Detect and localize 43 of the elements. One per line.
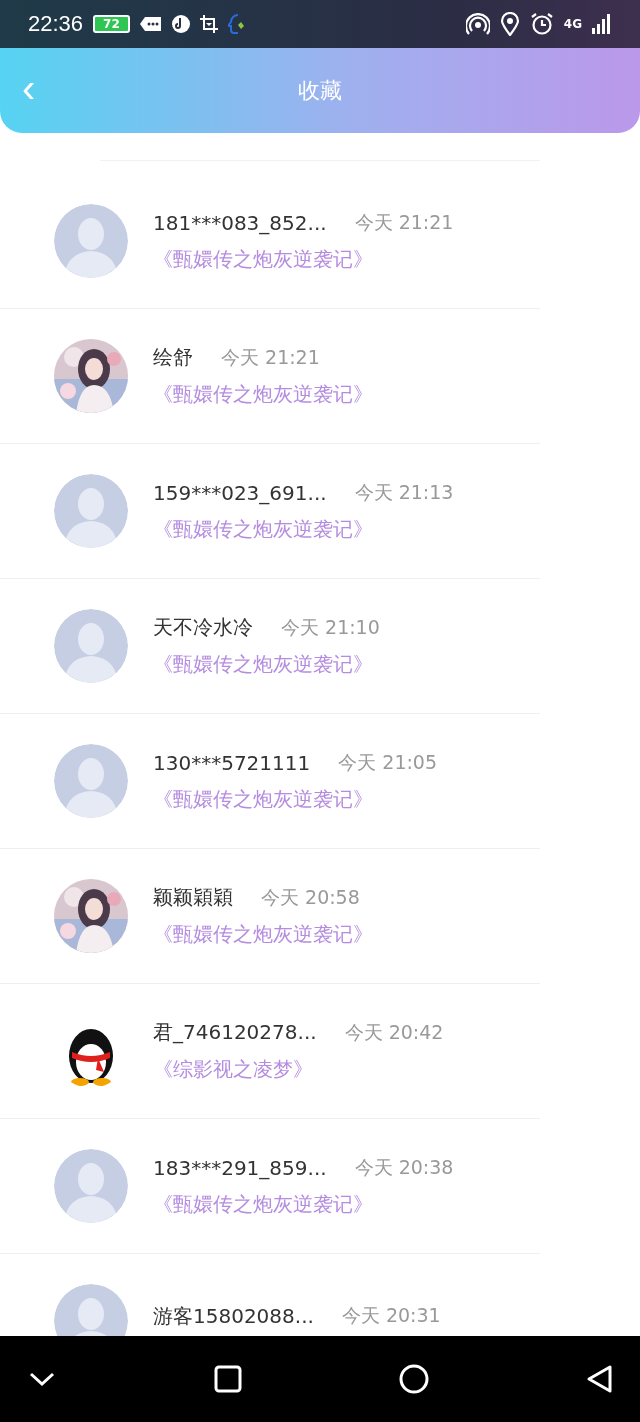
favorite-time: 今天 20:42 [344,1019,444,1045]
favorite-time: 今天 20:38 [354,1154,454,1180]
book-title[interactable]: 《甄嬛传之炮灰逆袭记》 [153,515,454,543]
book-title[interactable]: 《甄嬛传之炮灰逆袭记》 [153,921,373,948]
circle-icon [399,1364,429,1394]
back-button[interactable]: ‹ [22,67,36,114]
status-time: 22:36 [28,11,84,37]
network-type: 4G [563,18,582,30]
book-title[interactable]: 《甄嬛传之炮灰逆袭记》 [153,785,438,813]
book-title[interactable]: 《甄嬛传之炮灰逆袭记》 [153,381,373,408]
user-name: 159***023_691... [153,480,327,505]
user-name: 天不冷水冷 [153,614,253,641]
favorite-time: 今天 20:58 [261,884,360,910]
user-name: 183***291_859... [153,1155,327,1180]
favorite-time: 今天 21:21 [221,344,320,370]
battery-level: 72 [93,15,130,33]
chevron-down-icon [28,1370,56,1388]
user-name: 游客15802088... [153,1302,314,1330]
book-title[interactable]: 《甄嬛传之炮灰逆袭记》 [153,245,454,273]
favorite-time: 今天 21:10 [281,614,380,640]
favorite-time: 今天 21:05 [338,749,438,775]
call-icon [227,13,246,35]
location-icon [499,12,520,36]
message-icon [139,16,162,32]
book-title[interactable]: 《甄嬛传之炮灰逆袭记》 [153,651,380,678]
screenshot-icon [199,15,218,33]
hotspot-icon [465,13,490,35]
signal-icon [592,14,612,34]
music-icon [171,15,190,33]
favorite-time: 今天 21:13 [354,479,454,505]
user-name: 130***5721111 [153,750,311,775]
page-title: 收藏 [298,76,342,105]
favorite-time: 今天 20:31 [341,1303,441,1328]
book-title[interactable]: 《甄嬛传之炮灰逆袭记》 [153,1190,454,1218]
user-name: 绘舒 [153,344,193,371]
user-name: 181***083_852... [153,210,327,235]
triangle-icon [586,1364,614,1394]
square-icon [214,1365,242,1393]
user-name: 颖颖穎穎 [153,884,233,911]
alarm-icon [529,12,554,36]
favorite-time: 今天 21:21 [354,209,454,235]
book-title[interactable]: 《综影视之凌梦》 [153,1056,444,1083]
user-name: 君_746120278... [153,1019,317,1046]
